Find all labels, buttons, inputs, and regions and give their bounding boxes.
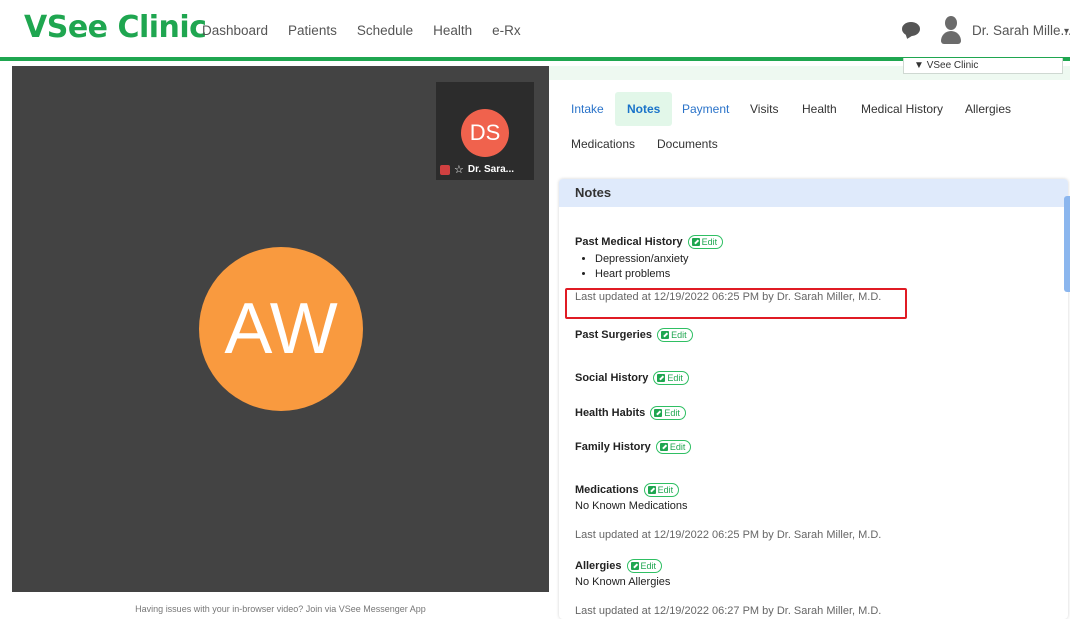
edit-icon <box>654 409 663 417</box>
mic-muted-icon <box>440 164 450 175</box>
edit-button[interactable]: Edit <box>657 328 693 342</box>
last-updated: Last updated at 12/19/2022 06:25 PM by D… <box>575 529 882 541</box>
section-title: Social History <box>575 372 649 384</box>
edit-button[interactable]: Edit <box>655 440 692 454</box>
self-video-thumbnail[interactable]: DS ☆ Dr. Sara... <box>436 82 534 180</box>
thumbnail-name: Dr. Sara... <box>467 164 515 175</box>
section-allergies: Allergies Edit No Known Allergies Last u… <box>575 559 881 617</box>
self-avatar: DS <box>461 109 509 157</box>
section-title: Allergies <box>575 560 622 572</box>
tab-health[interactable]: Health <box>794 96 845 122</box>
edit-button[interactable]: Edit <box>643 483 680 497</box>
edit-icon <box>657 374 666 382</box>
nav-dashboard[interactable]: Dashboard <box>202 23 268 38</box>
section-value: No Known Medications <box>575 500 688 512</box>
edit-icon <box>659 443 668 451</box>
edit-button[interactable]: Edit <box>650 406 686 420</box>
tab-notes[interactable]: Notes <box>615 92 673 126</box>
app-logo[interactable]: VSee Clinic <box>24 10 207 45</box>
history-list: Depression/anxiety Heart problems <box>575 252 881 282</box>
tab-allergies[interactable]: Allergies <box>957 96 1019 122</box>
last-updated: Last updated at 12/19/2022 06:27 PM by D… <box>575 605 882 617</box>
edit-icon <box>647 486 656 494</box>
card-title: Notes <box>559 179 1068 207</box>
section-title: Past Medical History <box>575 236 683 248</box>
highlight-box <box>565 288 907 319</box>
nav-erx[interactable]: e-Rx <box>492 23 521 38</box>
user-menu-name[interactable]: Dr. Sarah Mille... <box>972 23 1070 38</box>
main-nav: Dashboard Patients Schedule Health e-Rx <box>202 23 541 38</box>
section-medications: Medications Edit No Known Medications La… <box>575 483 881 541</box>
side-scroll-tab[interactable] <box>1064 196 1070 292</box>
section-title: Medications <box>575 484 639 496</box>
patient-panel: ▼ VSee Clinic Intake Notes Payment Visit… <box>549 58 1070 619</box>
top-bar: VSee Clinic Dashboard Patients Schedule … <box>0 0 1070 61</box>
tab-visits[interactable]: Visits <box>742 96 786 122</box>
patient-video-avatar: AW <box>199 247 363 411</box>
nav-schedule[interactable]: Schedule <box>357 23 413 38</box>
star-icon[interactable]: ☆ <box>454 163 464 176</box>
video-panel: AW DS ☆ Dr. Sara... <box>12 66 549 592</box>
section-title: Past Surgeries <box>575 329 653 341</box>
edit-button[interactable]: Edit <box>653 371 689 385</box>
tab-documents[interactable]: Documents <box>649 131 726 157</box>
section-title: Health Habits <box>575 407 646 419</box>
section-title: Family History <box>575 441 651 453</box>
chevron-down-icon[interactable]: ▾ <box>1064 26 1069 37</box>
video-help-text[interactable]: Having issues with your in-browser video… <box>12 604 549 614</box>
thumbnail-caption: ☆ Dr. Sara... <box>440 162 530 177</box>
clinic-select[interactable]: ▼ VSee Clinic <box>903 58 1063 74</box>
tab-medical-history[interactable]: Medical History <box>853 96 951 122</box>
tab-medications[interactable]: Medications <box>563 131 643 157</box>
edit-button[interactable]: Edit <box>626 559 663 573</box>
section-social-history: Social History Edit <box>575 371 689 385</box>
tab-payment[interactable]: Payment <box>674 96 737 122</box>
tab-intake[interactable]: Intake <box>563 96 612 122</box>
chat-bubble-icon[interactable] <box>902 22 920 36</box>
nav-patients[interactable]: Patients <box>288 23 337 38</box>
nav-health[interactable]: Health <box>433 23 472 38</box>
user-avatar-icon[interactable] <box>940 16 962 44</box>
section-value: No Known Allergies <box>575 576 671 588</box>
edit-icon <box>661 331 670 339</box>
edit-icon <box>630 562 639 570</box>
list-item: Heart problems <box>595 267 881 282</box>
edit-icon <box>691 238 700 246</box>
section-health-habits: Health Habits Edit <box>575 406 686 420</box>
section-family-history: Family History Edit <box>575 440 692 454</box>
section-past-surgeries: Past Surgeries Edit <box>575 328 693 342</box>
list-item: Depression/anxiety <box>595 252 881 267</box>
notes-card: Notes Past Medical History Edit Depressi… <box>559 179 1068 619</box>
edit-button[interactable]: Edit <box>687 235 724 249</box>
